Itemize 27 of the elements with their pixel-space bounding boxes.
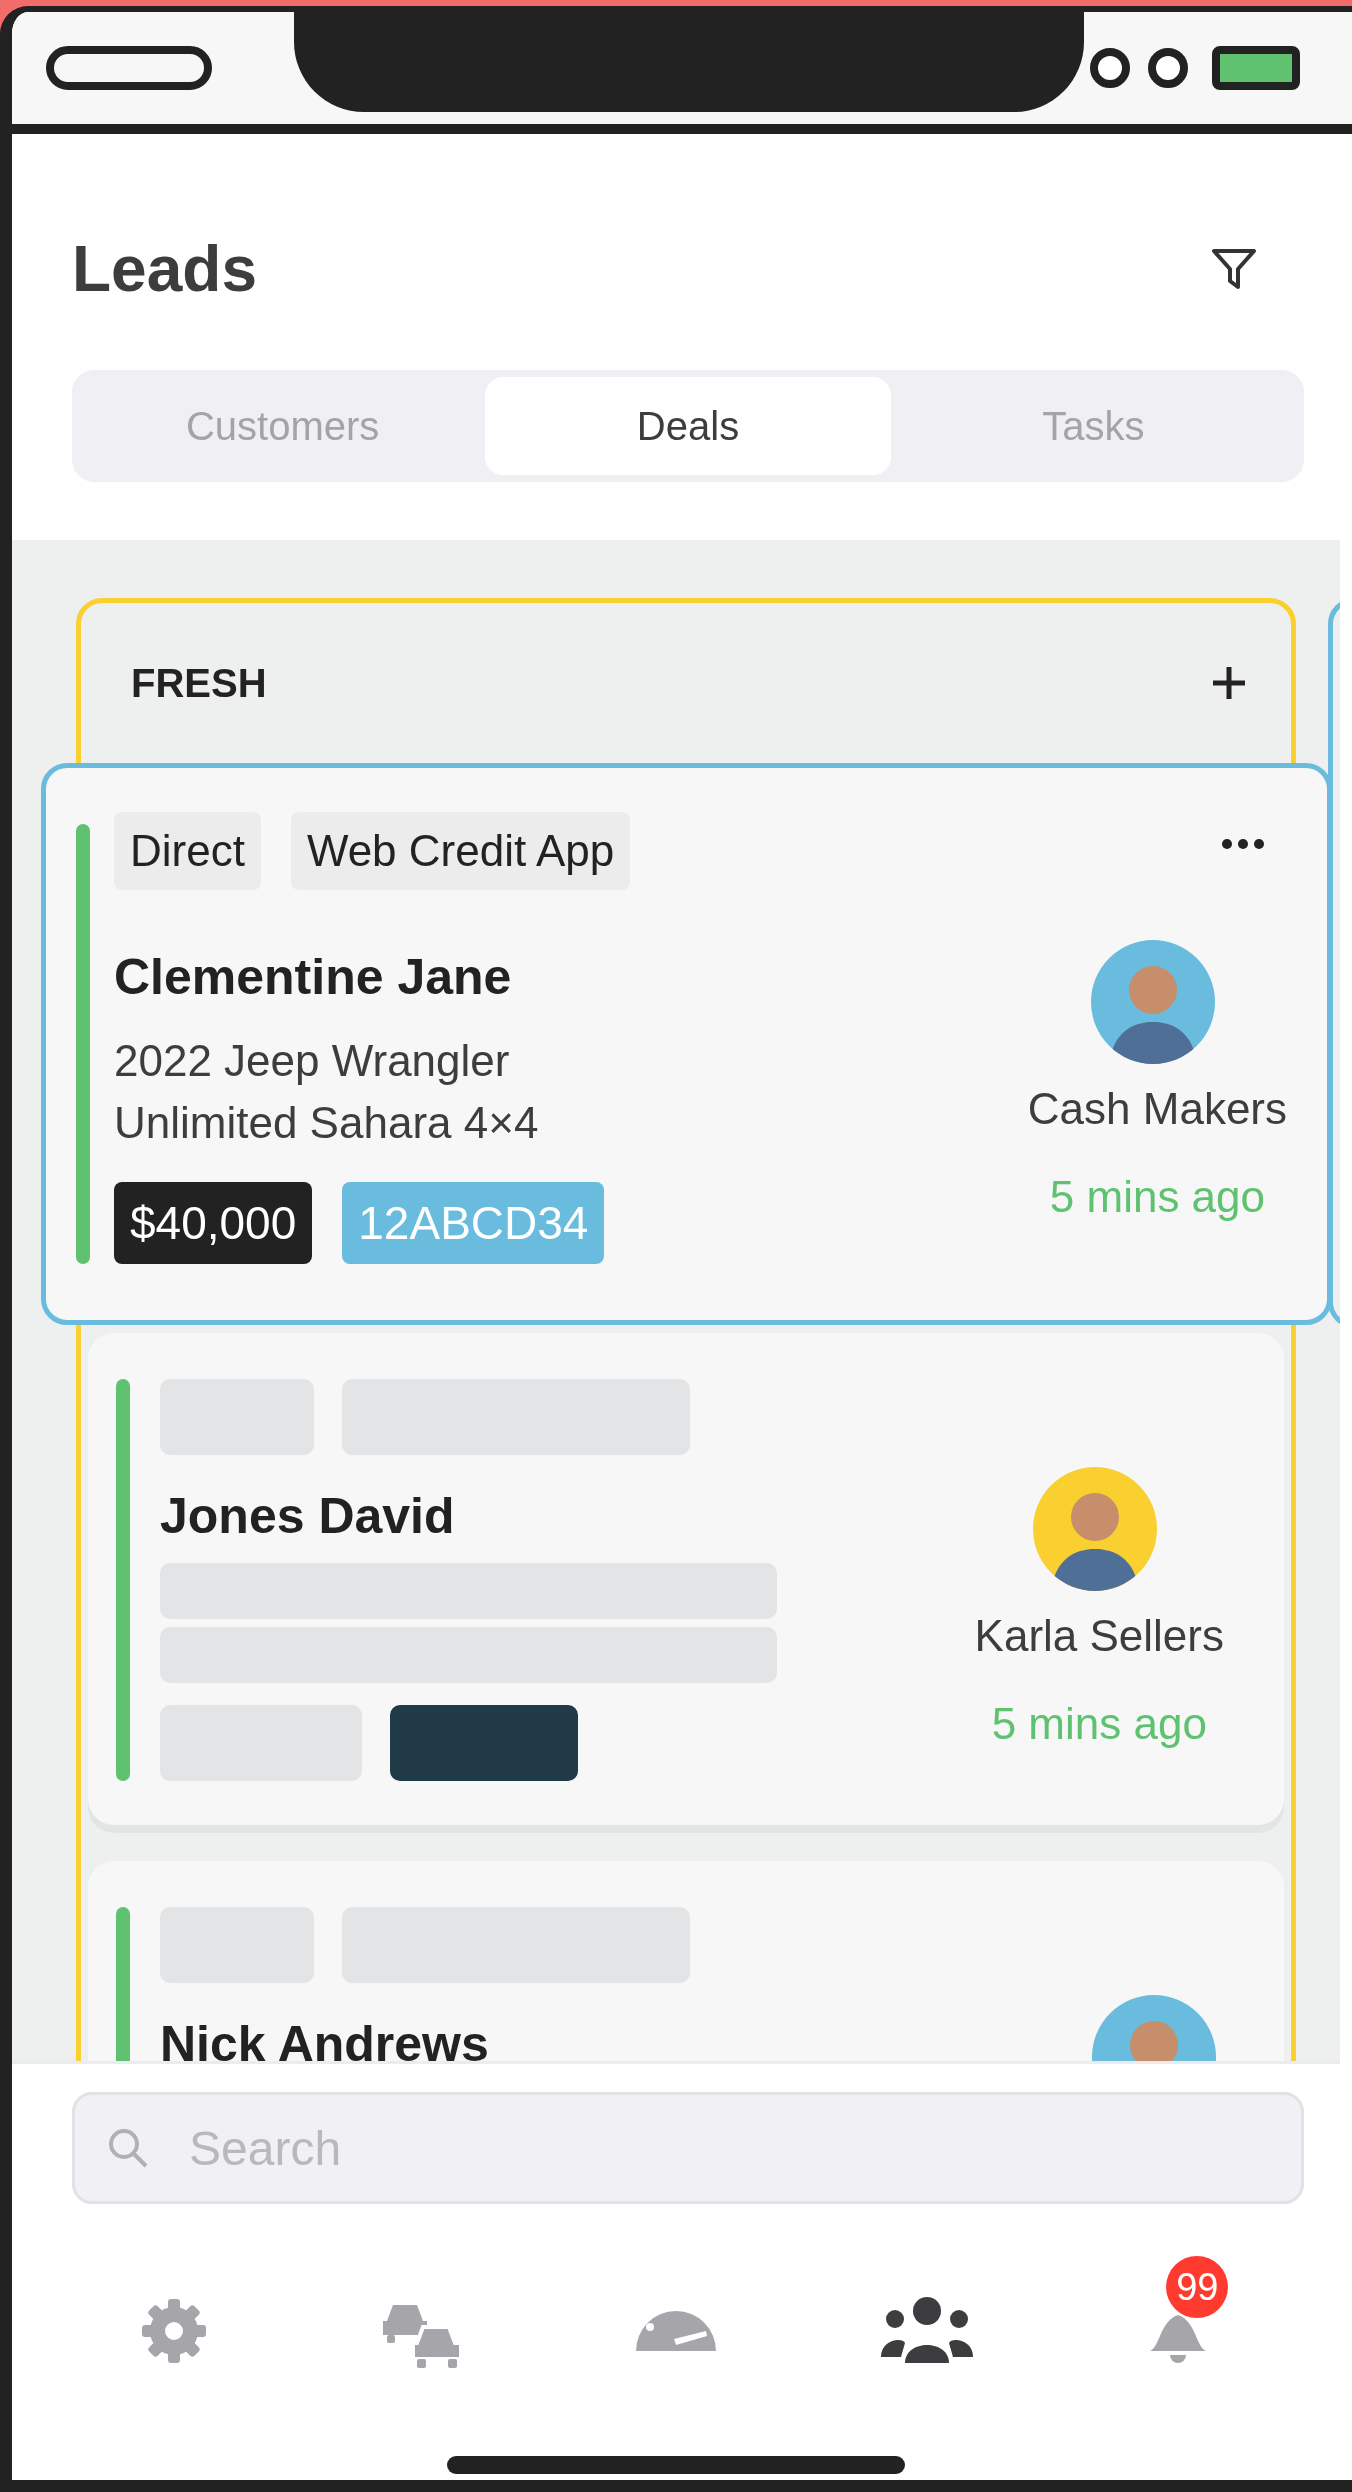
search-icon [106, 2126, 150, 2170]
nav-button[interactable]: 99 [1118, 2256, 1239, 2386]
page-title: Leads [72, 232, 257, 306]
vehicle-text: 2022 Jeep Wrangler [114, 1035, 511, 1087]
lead-card[interactable]: Nick Andrews [88, 1861, 1284, 2061]
tag: Web Credit App [290, 812, 631, 890]
time-ago: 5 mins ago [1049, 1172, 1265, 1222]
lead-card[interactable]: Direct Web Credit App Clementine Jane 2022 Jeep Wrangler Unlimited Sahara 4×4 $40,000 12ABCD34 Cash Makers 5 mins ago [41, 763, 1332, 1325]
price-tag: $40,000 [114, 1182, 313, 1264]
search-field[interactable]: Search [72, 2092, 1304, 2204]
lead-name: Nick Andrews [160, 2015, 490, 2061]
time-ago: 5 mins ago [991, 1699, 1207, 1749]
lead-name: Jones David [160, 1487, 456, 1545]
tag: Direct [114, 812, 261, 890]
tab[interactable]: Deals [485, 377, 891, 475]
sensor-dot [1148, 48, 1188, 88]
camera-dot [1090, 48, 1130, 88]
gauge-icon [635, 2311, 716, 2351]
column-title: FRESH [131, 660, 267, 706]
notification-badge: 99 [1166, 2256, 1229, 2318]
lead-name: Clementine Jane [114, 948, 513, 1006]
seller-name: Karla Sellers [974, 1611, 1224, 1661]
vehicle-text: Unlimited Sahara 4×4 [114, 1097, 540, 1149]
seller-name: Cash Makers [1027, 1084, 1287, 1134]
battery-icon [1212, 46, 1300, 90]
stock-tag: 12ABCD34 [342, 1182, 605, 1264]
more-icon[interactable] [1221, 838, 1265, 850]
